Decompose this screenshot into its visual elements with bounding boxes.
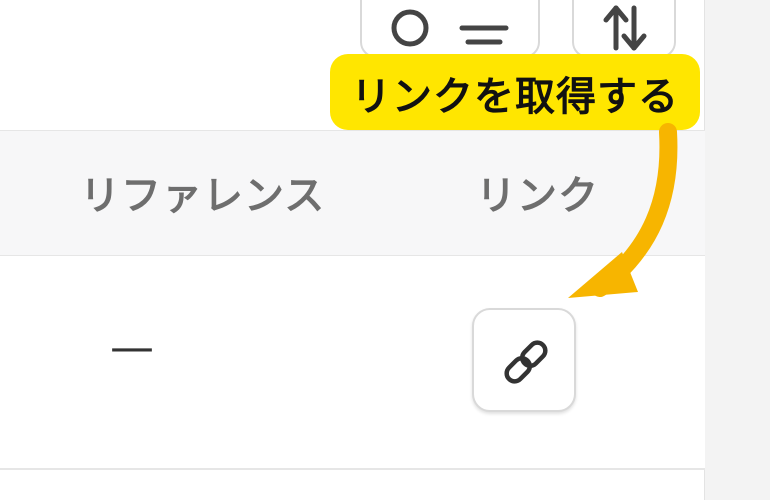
column-header-reference[interactable]: リファレンス	[80, 163, 325, 221]
annotation-callout: リンクを取得する	[330, 54, 700, 130]
annotation-text: リンクを取得する	[351, 74, 679, 120]
search-icon	[391, 9, 429, 47]
annotation-arrow	[568, 123, 678, 298]
reference-value: —	[110, 322, 154, 373]
copy-link-button[interactable]	[472, 308, 576, 412]
link-icon	[504, 340, 548, 384]
filter-icon	[459, 25, 509, 45]
right-gutter	[705, 0, 770, 500]
search-filter-button[interactable]	[360, 0, 540, 58]
sort-button[interactable]	[572, 0, 676, 58]
sort-icon	[603, 5, 647, 51]
